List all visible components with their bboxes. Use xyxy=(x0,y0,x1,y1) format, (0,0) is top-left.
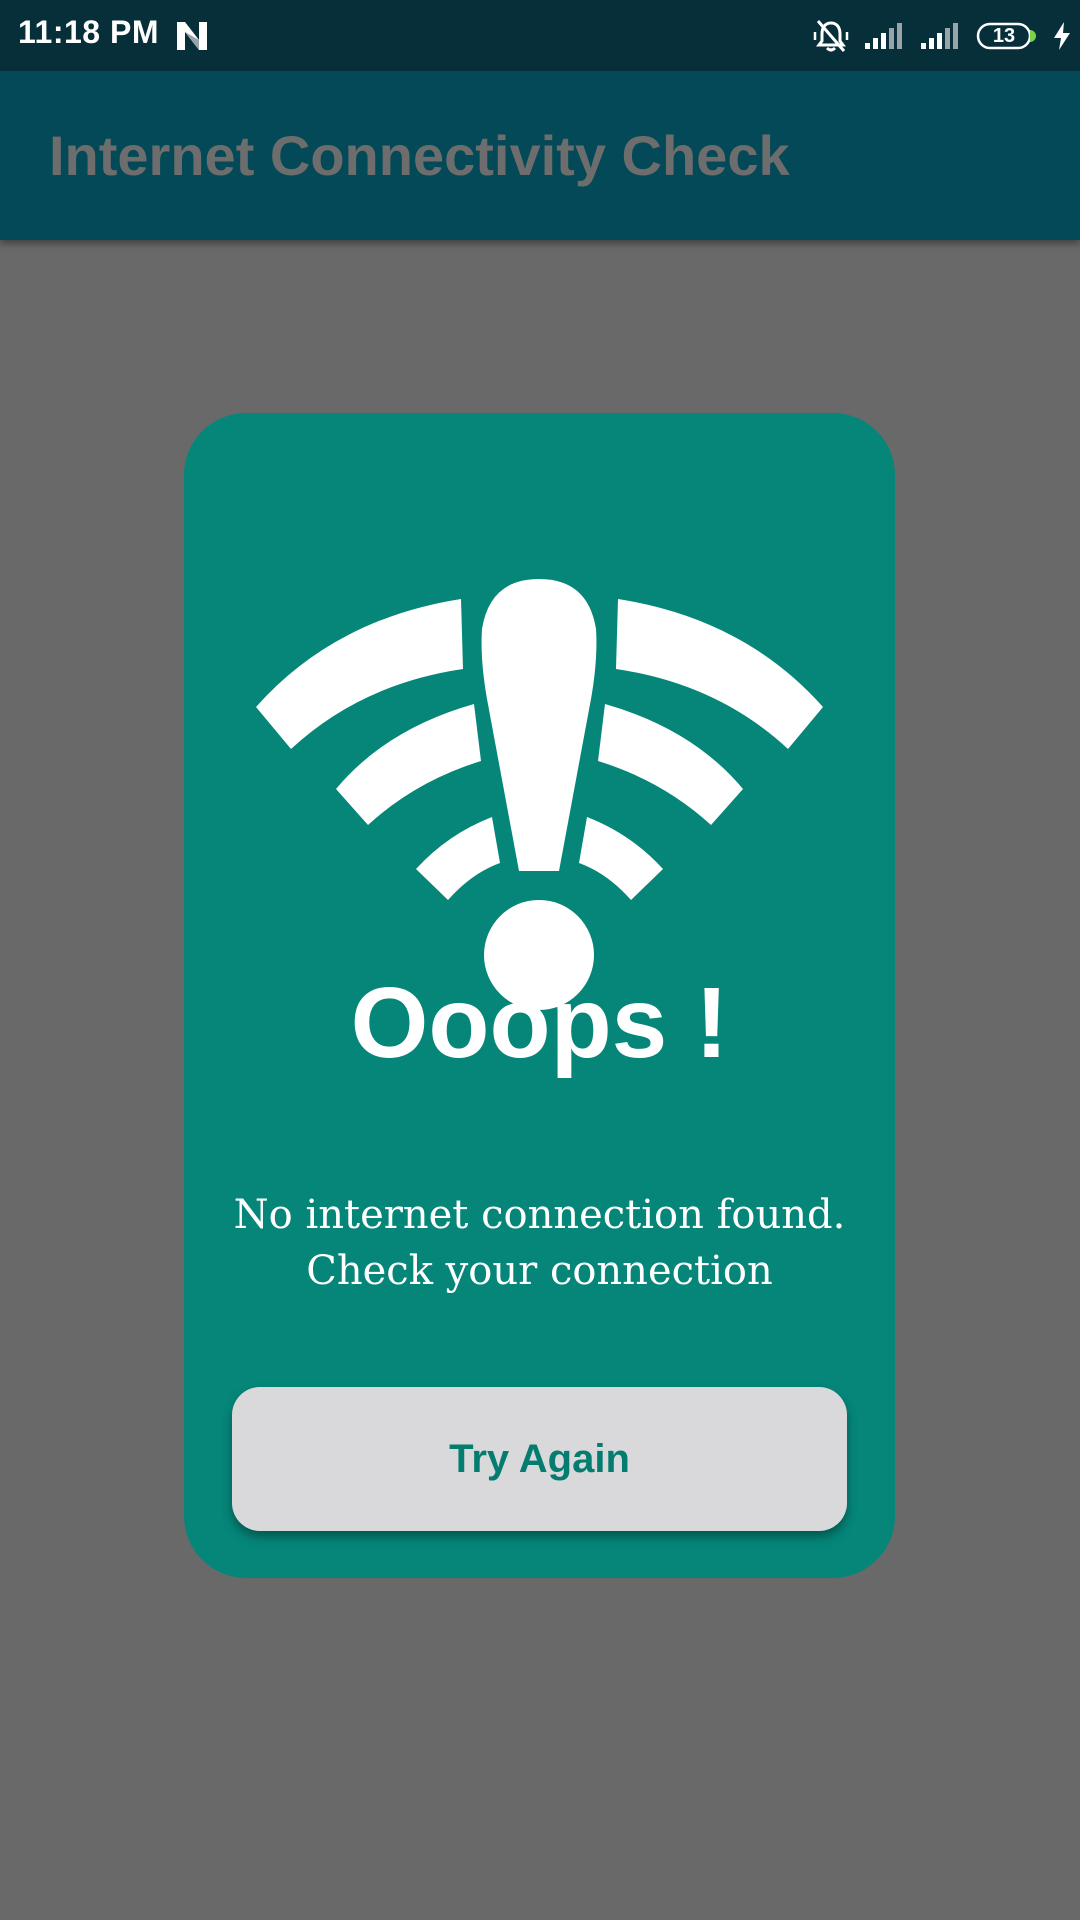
signal-icon xyxy=(865,23,902,49)
dialog-message-line-2: Check your connection xyxy=(306,1248,773,1294)
status-icons: 13 xyxy=(812,16,1072,56)
try-again-button[interactable]: Try Again xyxy=(232,1387,847,1531)
silent-mode-icon xyxy=(813,20,849,52)
status-bar: 11:18 PM 13 xyxy=(0,0,1080,71)
signal-icon xyxy=(921,23,958,49)
battery-icon: 13 xyxy=(976,22,1038,50)
battery-level: 13 xyxy=(992,25,1016,47)
app-title: Internet Connectivity Check xyxy=(49,124,790,187)
no-connection-dialog: Ooops ! No internet connection found. Ch… xyxy=(184,413,895,1578)
app-bar: Internet Connectivity Check xyxy=(0,71,1080,240)
dialog-message-line-1: No internet connection found. xyxy=(233,1192,846,1238)
dialog-heading: Ooops ! xyxy=(350,967,729,1079)
dialog-message: No internet connection found. Check your… xyxy=(184,1187,895,1299)
n-notification-icon xyxy=(177,22,207,50)
status-time: 11:18 PM xyxy=(18,14,159,50)
charging-icon xyxy=(1054,22,1070,50)
